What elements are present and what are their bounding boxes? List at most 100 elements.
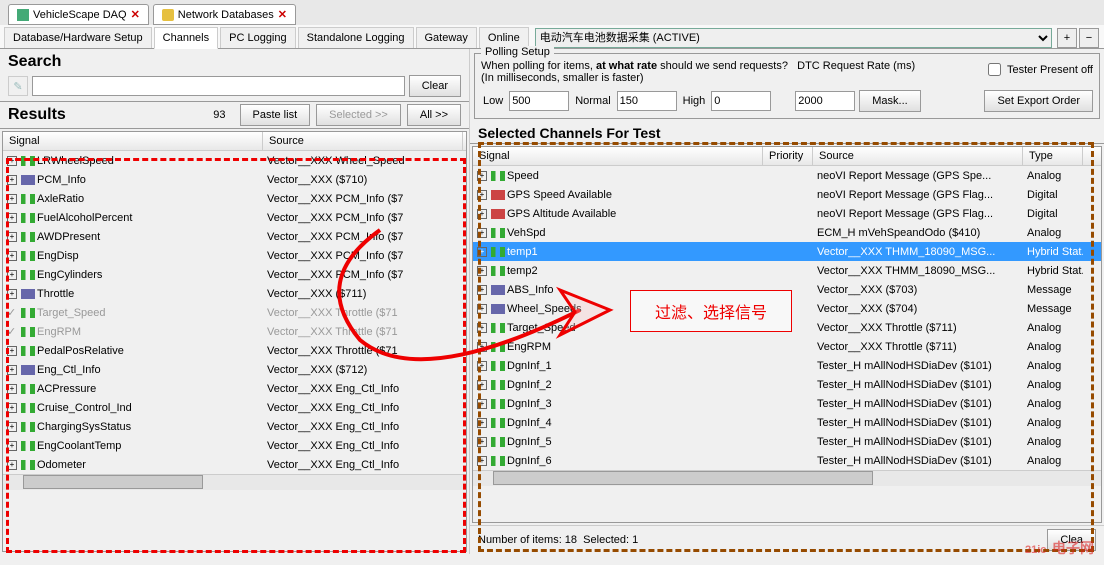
signal-type: Analog [1023,416,1083,430]
all-button[interactable]: All >> [407,104,461,126]
table-row[interactable]: +EngRPMVector__XXX Throttle ($711)Analog [473,337,1101,356]
search-icon[interactable]: ✎ [8,76,28,96]
expand-icon[interactable]: + [477,266,487,276]
expand-icon[interactable]: + [7,422,17,432]
expand-icon[interactable]: + [477,228,487,238]
tester-present-checkbox[interactable]: Tester Present off [984,60,1093,79]
low-input[interactable] [509,91,569,111]
expand-icon[interactable]: + [7,213,17,223]
col-signal[interactable]: Signal [473,147,763,165]
expand-icon[interactable]: + [7,194,17,204]
close-icon[interactable]: ✕ [131,8,140,21]
table-row[interactable]: +Eng_Ctl_InfoVector__XXX ($712) [3,360,466,379]
set-export-order-button[interactable]: Set Export Order [984,90,1093,112]
table-row[interactable]: +GPS Speed AvailableneoVI Report Message… [473,185,1101,204]
expand-icon[interactable]: + [7,441,17,451]
remove-profile-button[interactable]: − [1079,28,1099,48]
table-row[interactable]: +ThrottleVector__XXX ($711) [3,284,466,303]
window-tab-vehiclescape[interactable]: VehicleScape DAQ ✕ [8,4,149,25]
tab-online[interactable]: Online [479,27,529,48]
high-input[interactable] [711,91,771,111]
expand-icon[interactable]: + [7,384,17,394]
col-source[interactable]: Source [813,147,1023,165]
dtc-rate-input[interactable] [795,91,855,111]
table-row[interactable]: +DgnInf_3Tester_H mAllNodHSDiaDev ($101)… [473,394,1101,413]
close-icon[interactable]: ✕ [278,8,287,21]
table-row[interactable]: +LRWheelSpeedVector__XXX Wheel_Speed [3,151,466,170]
table-row[interactable]: +OdometerVector__XXX Eng_Ctl_Info [3,455,466,474]
table-row[interactable]: +FuelAlcoholPercentVector__XXX PCM_Info … [3,208,466,227]
table-row[interactable]: +GPS Altitude AvailableneoVI Report Mess… [473,204,1101,223]
table-row[interactable]: ✓Target_SpeedVector__XXX Throttle ($71 [3,303,466,322]
expand-icon[interactable]: + [7,403,17,413]
expand-icon[interactable]: + [7,175,17,185]
table-row[interactable]: +EngDispVector__XXX PCM_Info ($7 [3,246,466,265]
profile-dropdown[interactable]: 电动汽车电池数据采集 (ACTIVE) [535,28,1052,48]
table-row[interactable]: +DgnInf_5Tester_H mAllNodHSDiaDev ($101)… [473,432,1101,451]
table-row[interactable]: +DgnInf_2Tester_H mAllNodHSDiaDev ($101)… [473,375,1101,394]
col-priority[interactable]: Priority [763,147,813,165]
analog-signal-icon [21,156,35,166]
expand-icon[interactable]: + [477,209,487,219]
col-type[interactable]: Type [1023,147,1083,165]
expand-icon[interactable]: + [477,418,487,428]
expand-icon[interactable]: + [477,190,487,200]
table-row[interactable]: +ACPressureVector__XXX Eng_Ctl_Info [3,379,466,398]
paste-list-button[interactable]: Paste list [240,104,311,126]
expand-icon[interactable]: + [7,460,17,470]
analog-signal-icon [491,266,505,276]
clear-button[interactable]: Clear [409,75,461,97]
table-row[interactable]: +EngCoolantTempVector__XXX Eng_Ctl_Info [3,436,466,455]
table-row[interactable]: +temp1Vector__XXX THMM_18090_MSG...Hybri… [473,242,1101,261]
table-row[interactable]: +Cruise_Control_IndVector__XXX Eng_Ctl_I… [3,398,466,417]
tab-gateway[interactable]: Gateway [416,27,477,48]
window-tab-networkdb[interactable]: Network Databases ✕ [153,4,296,25]
expand-icon[interactable]: + [7,251,17,261]
expand-icon[interactable]: + [477,437,487,447]
expand-icon[interactable]: + [7,232,17,242]
tab-pc-logging[interactable]: PC Logging [220,27,296,48]
search-input[interactable] [32,76,405,96]
col-source[interactable]: Source [263,132,463,150]
table-row[interactable]: +PCM_InfoVector__XXX ($710) [3,170,466,189]
horizontal-scrollbar[interactable] [473,470,1101,486]
tab-database-hardware[interactable]: Database/Hardware Setup [4,27,152,48]
expand-icon[interactable]: + [477,380,487,390]
expand-icon[interactable]: + [7,156,17,166]
results-table[interactable]: Signal Source +LRWheelSpeedVector__XXX W… [2,131,467,552]
normal-input[interactable] [617,91,677,111]
table-row[interactable]: ✓EngRPMVector__XXX Throttle ($71 [3,322,466,341]
expand-icon[interactable]: + [7,270,17,280]
expand-icon[interactable]: + [477,361,487,371]
table-row[interactable]: +AWDPresentVector__XXX PCM_Info ($7 [3,227,466,246]
expand-icon[interactable]: + [477,247,487,257]
tab-channels[interactable]: Channels [154,27,218,49]
table-row[interactable]: +VehSpdECM_H mVehSpeandOdo ($410)Analog [473,223,1101,242]
table-row[interactable]: +temp2Vector__XXX THMM_18090_MSG...Hybri… [473,261,1101,280]
expand-icon[interactable]: + [477,171,487,181]
expand-icon[interactable]: + [477,342,487,352]
table-row[interactable]: +DgnInf_4Tester_H mAllNodHSDiaDev ($101)… [473,413,1101,432]
table-row[interactable]: +ChargingSysStatusVector__XXX Eng_Ctl_In… [3,417,466,436]
table-row[interactable]: +DgnInf_6Tester_H mAllNodHSDiaDev ($101)… [473,451,1101,470]
selected-button[interactable]: Selected >> [316,104,401,126]
col-signal[interactable]: Signal [3,132,263,150]
expand-icon[interactable]: + [477,285,487,295]
table-row[interactable]: +SpeedneoVI Report Message (GPS Spe...An… [473,166,1101,185]
table-row[interactable]: +DgnInf_1Tester_H mAllNodHSDiaDev ($101)… [473,356,1101,375]
expand-icon[interactable]: + [7,365,17,375]
table-row[interactable]: +PedalPosRelativeVector__XXX Throttle ($… [3,341,466,360]
mask-button[interactable]: Mask... [859,90,920,112]
expand-icon[interactable]: + [477,456,487,466]
horizontal-scrollbar[interactable] [3,474,466,490]
table-row[interactable]: +EngCylindersVector__XXX PCM_Info ($7 [3,265,466,284]
expand-icon[interactable]: + [477,399,487,409]
expand-icon[interactable]: + [477,304,487,314]
add-profile-button[interactable]: + [1057,28,1077,48]
expand-icon[interactable]: + [7,346,17,356]
selected-channels-table[interactable]: Signal Priority Source Type +SpeedneoVI … [472,146,1102,523]
expand-icon[interactable]: + [477,323,487,333]
expand-icon[interactable]: + [7,289,17,299]
table-row[interactable]: +AxleRatioVector__XXX PCM_Info ($7 [3,189,466,208]
tab-standalone-logging[interactable]: Standalone Logging [298,27,414,48]
